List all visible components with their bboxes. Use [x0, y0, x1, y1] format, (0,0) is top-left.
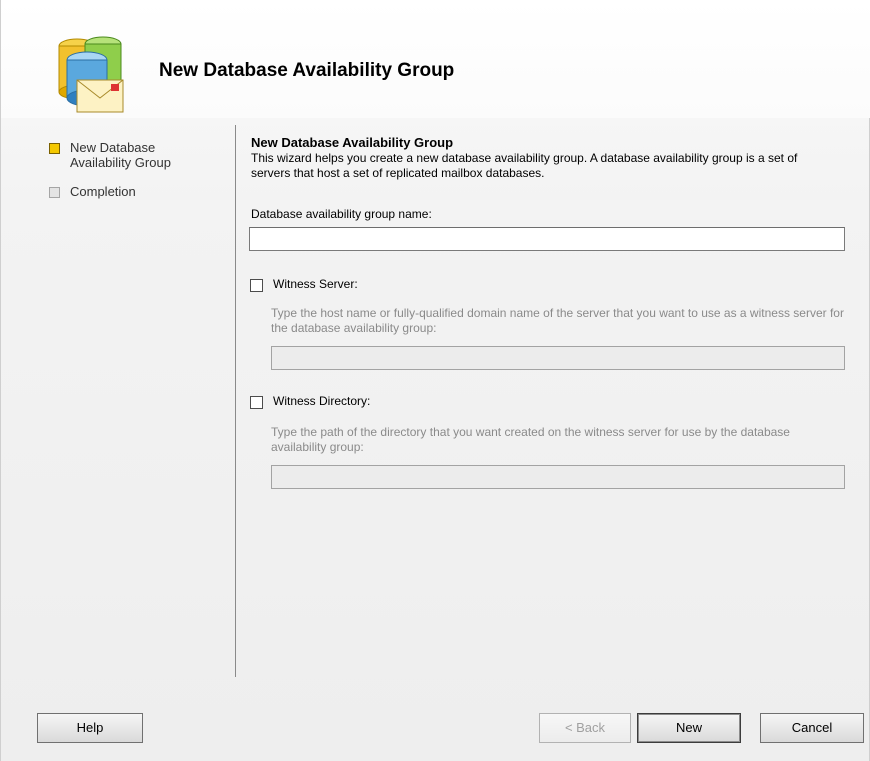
- help-button[interactable]: Help: [37, 713, 143, 743]
- step-active-marker-icon: [49, 143, 60, 154]
- step-label: Completion: [70, 184, 136, 199]
- step-inactive-marker-icon: [49, 187, 60, 198]
- new-button[interactable]: New: [637, 713, 741, 743]
- witness-server-label: Witness Server:: [273, 277, 358, 291]
- database-mail-icon: [58, 36, 124, 113]
- dag-name-label: Database availability group name:: [251, 207, 432, 221]
- button-bar: Help < Back New Cancel: [1, 696, 870, 761]
- dag-name-input[interactable]: [249, 227, 845, 251]
- step-completion: Completion: [49, 184, 210, 199]
- step-new-dag: New Database Availability Group: [49, 140, 210, 170]
- cancel-button[interactable]: Cancel: [760, 713, 864, 743]
- witness-server-input[interactable]: [271, 346, 845, 370]
- witness-directory-label: Witness Directory:: [273, 394, 371, 408]
- witness-directory-hint: Type the path of the directory that you …: [271, 425, 790, 454]
- step-label: New Database Availability Group: [70, 140, 171, 170]
- wizard-window: New Database Availability Group New Data…: [0, 0, 870, 761]
- vertical-divider: [235, 125, 236, 677]
- witness-directory-input[interactable]: [271, 465, 845, 489]
- dialog-title: New Database Availability Group: [159, 60, 455, 81]
- witness-server-checkbox[interactable]: [250, 279, 263, 292]
- witness-directory-checkbox[interactable]: [250, 396, 263, 409]
- page-description: This wizard helps you create a new datab…: [251, 151, 798, 180]
- back-button[interactable]: < Back: [539, 713, 631, 743]
- witness-server-hint: Type the host name or fully-qualified do…: [271, 306, 844, 335]
- page-title: New Database Availability Group: [251, 135, 454, 150]
- wizard-header: New Database Availability Group: [1, 0, 870, 118]
